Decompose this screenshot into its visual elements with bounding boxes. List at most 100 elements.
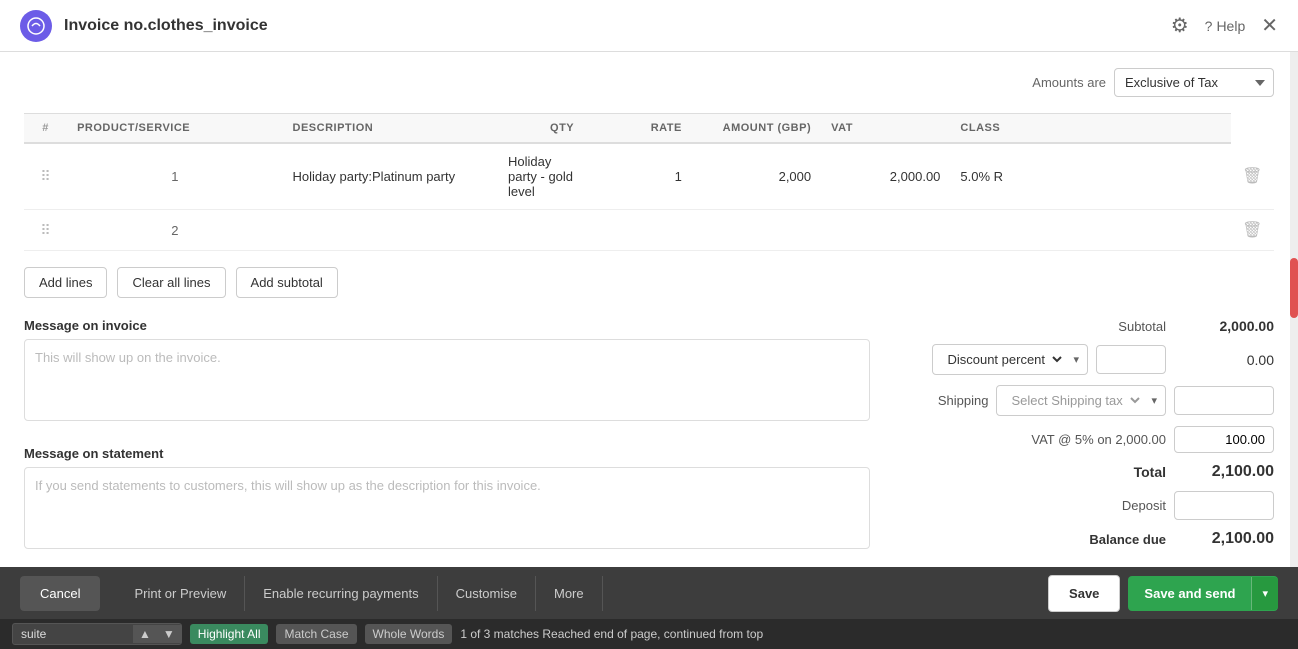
totals-section: Subtotal 2,000.00 Discount percent Disco…: [894, 318, 1274, 558]
row-amount-2[interactable]: [821, 210, 950, 251]
highlight-all-button[interactable]: Highlight All: [190, 624, 269, 644]
save-send-wrap: Save and send ▾: [1128, 576, 1278, 611]
scroll-thumb[interactable]: [1290, 258, 1298, 318]
drag-handle-2[interactable]: ⠿: [24, 210, 67, 251]
row-product-1[interactable]: Holiday party:Platinum party: [283, 143, 498, 210]
shipping-label: Shipping: [938, 393, 989, 408]
row-qty-1[interactable]: 1: [584, 143, 692, 210]
invoice-message-label: Message on invoice: [24, 318, 870, 333]
row-class-2[interactable]: [1090, 210, 1230, 251]
help-button[interactable]: ? Help: [1205, 18, 1246, 34]
table-row: ⠿ 2 🗑: [24, 210, 1274, 251]
app-logo: [20, 10, 52, 42]
scrollbar[interactable]: [1290, 52, 1298, 567]
search-input[interactable]: [13, 624, 133, 644]
amounts-are-select[interactable]: Exclusive of Tax Inclusive of Tax: [1114, 68, 1274, 97]
recurring-payments-button[interactable]: Enable recurring payments: [245, 576, 437, 611]
total-label: Total: [1026, 464, 1166, 480]
discount-type-select[interactable]: Discount percent Discount value: [933, 345, 1065, 374]
page-title: Invoice no.clothes_invoice: [64, 17, 1171, 35]
messages-section: Message on invoice Message on statement: [24, 318, 870, 558]
row-rate-1[interactable]: 2,000: [692, 143, 821, 210]
add-lines-button[interactable]: Add lines: [24, 267, 107, 298]
discount-select-wrap[interactable]: Discount percent Discount value ▾: [932, 344, 1088, 375]
row-vat-1[interactable]: 5.0% R: [950, 143, 1090, 210]
search-bar: ▲ ▼ Highlight All Match Case Whole Words…: [0, 619, 1298, 649]
footer-right: Save Save and send ▾: [1048, 575, 1278, 612]
shipping-tax-select[interactable]: Select Shipping tax: [997, 386, 1143, 415]
shipping-row: Shipping Select Shipping tax ▾: [894, 385, 1274, 416]
shipping-select-wrap[interactable]: Select Shipping tax ▾: [996, 385, 1166, 416]
drag-dots-2: ⠿: [40, 222, 50, 238]
discount-value: 0.00: [1174, 352, 1274, 368]
subtotal-label: Subtotal: [1026, 319, 1166, 334]
delete-icon-2[interactable]: 🗑: [1242, 220, 1262, 240]
discount-chevron-icon: ▾: [1065, 347, 1087, 372]
row-desc-2[interactable]: [498, 210, 584, 251]
shipping-chevron-icon: ▾: [1143, 388, 1165, 413]
statement-message-label: Message on statement: [24, 446, 870, 461]
drag-handle-1[interactable]: ⠿: [24, 143, 67, 210]
row-num-2: 2: [67, 210, 282, 251]
total-value: 2,100.00: [1174, 463, 1274, 481]
drag-dots-1: ⠿: [40, 168, 50, 184]
print-preview-button[interactable]: Print or Preview: [116, 576, 245, 611]
vat-row: VAT @ 5% on 2,000.00: [894, 426, 1274, 453]
deposit-input[interactable]: [1174, 491, 1274, 520]
table-actions: Add lines Clear all lines Add subtotal: [24, 267, 1274, 298]
invoice-table: # PRODUCT/SERVICE DESCRIPTION QTY RATE A…: [24, 113, 1274, 251]
cancel-button[interactable]: Cancel: [20, 576, 100, 611]
save-button[interactable]: Save: [1048, 575, 1120, 612]
delete-icon-1[interactable]: 🗑: [1242, 166, 1262, 186]
vat-input[interactable]: [1174, 426, 1274, 453]
col-class-header: CLASS: [950, 114, 1090, 144]
amounts-are-row: Amounts are Exclusive of Tax Inclusive o…: [24, 68, 1274, 97]
header-actions: ⚙ ? Help ✕: [1171, 13, 1278, 38]
match-case-button[interactable]: Match Case: [276, 624, 356, 644]
col-hash-header: #: [24, 114, 67, 144]
whole-words-button[interactable]: Whole Words: [365, 624, 453, 644]
row-amount-1[interactable]: 2,000.00: [821, 143, 950, 210]
summary-section: Message on invoice Message on statement …: [24, 318, 1274, 558]
row-vat-2[interactable]: [950, 210, 1090, 251]
add-subtotal-button[interactable]: Add subtotal: [236, 267, 338, 298]
deposit-row: Deposit: [894, 491, 1274, 520]
balance-due-row: Balance due 2,100.00: [894, 530, 1274, 548]
search-input-wrap: ▲ ▼: [12, 623, 182, 645]
subtotal-value: 2,000.00: [1174, 318, 1274, 334]
balance-value: 2,100.00: [1174, 530, 1274, 548]
row-desc-1[interactable]: Holiday party - gold level: [498, 143, 584, 210]
settings-icon[interactable]: ⚙: [1171, 13, 1189, 38]
save-send-dropdown-button[interactable]: ▾: [1251, 577, 1278, 610]
total-row: Total 2,100.00: [894, 463, 1274, 481]
row-qty-2[interactable]: [584, 210, 692, 251]
customise-button[interactable]: Customise: [438, 576, 536, 611]
delete-row-2[interactable]: 🗑: [1231, 210, 1275, 251]
invoice-message-input[interactable]: [24, 339, 870, 421]
help-label: Help: [1216, 18, 1245, 34]
statement-message-input[interactable]: [24, 467, 870, 549]
balance-label: Balance due: [1026, 532, 1166, 547]
col-desc-header: DESCRIPTION: [283, 114, 498, 144]
row-rate-2[interactable]: [692, 210, 821, 251]
close-icon[interactable]: ✕: [1261, 13, 1278, 38]
col-qty-header: QTY: [498, 114, 584, 144]
header: Invoice no.clothes_invoice ⚙ ? Help ✕: [0, 0, 1298, 52]
shipping-amount-input[interactable]: [1174, 386, 1274, 415]
clear-all-lines-button[interactable]: Clear all lines: [117, 267, 225, 298]
row-product-2[interactable]: [283, 210, 498, 251]
discount-row: Discount percent Discount value ▾ 0.00: [894, 344, 1274, 375]
col-vat-header: VAT: [821, 114, 950, 144]
search-prev-button[interactable]: ▲: [133, 625, 157, 643]
deposit-label: Deposit: [1026, 498, 1166, 513]
search-status: 1 of 3 matches Reached end of page, cont…: [460, 627, 763, 641]
col-delete-header: [1090, 114, 1230, 144]
row-class-1[interactable]: [1090, 143, 1230, 210]
row-num-1: 1: [67, 143, 282, 210]
search-next-button[interactable]: ▼: [157, 625, 181, 643]
more-button[interactable]: More: [536, 576, 603, 611]
discount-input[interactable]: [1096, 345, 1166, 374]
save-send-button[interactable]: Save and send: [1128, 576, 1251, 611]
delete-row-1[interactable]: 🗑: [1231, 143, 1275, 210]
col-product-header: PRODUCT/SERVICE: [67, 114, 282, 144]
